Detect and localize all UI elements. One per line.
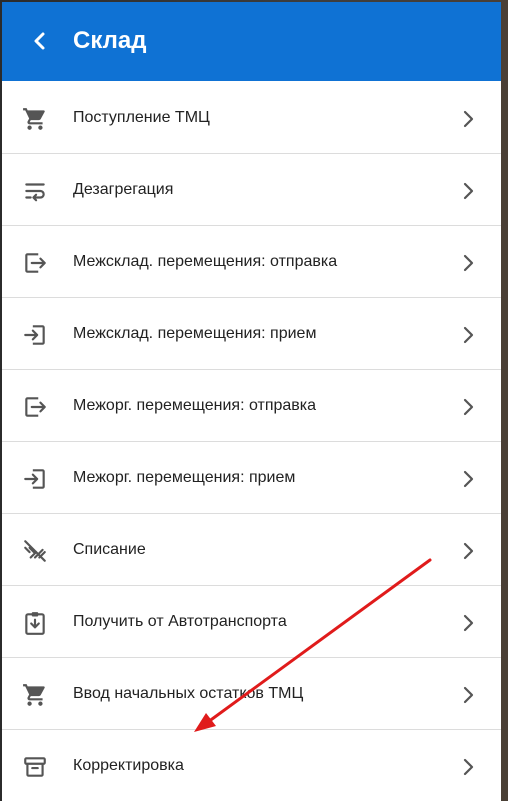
menu-item-label: Ввод начальных остатков ТМЦ [73, 685, 304, 702]
write-off-icon [22, 538, 48, 564]
menu-item-label: Поступление ТМЦ [73, 109, 210, 126]
menu-item-mezhorg-priem[interactable]: Межорг. перемещения: прием [2, 442, 501, 514]
enter-icon [22, 466, 48, 492]
cart-icon [22, 682, 48, 708]
menu-item-label: Получить от Автотранспорта [73, 613, 287, 630]
chevron-right-icon [461, 325, 475, 345]
page-title: Склад [73, 27, 147, 54]
back-button[interactable] [24, 26, 54, 56]
clipboard-download-icon [22, 610, 48, 636]
menu-item-korrektirovka[interactable]: Корректировка [2, 730, 501, 801]
exit-to-app-icon [22, 394, 48, 420]
chevron-right-icon [461, 685, 475, 705]
menu-item-poluchit-ot-avtotransporta[interactable]: Получить от Автотранспорта [2, 586, 501, 658]
menu-item-label: Списание [73, 541, 146, 558]
menu-item-vvod-ostatkov[interactable]: Ввод начальных остатков ТМЦ [2, 658, 501, 730]
chevron-right-icon [461, 109, 475, 129]
app-bar: Склад [2, 2, 501, 81]
chevron-right-icon [461, 397, 475, 417]
menu-item-mezhsklad-otpravka[interactable]: Межсклад. перемещения: отправка [2, 226, 501, 298]
menu-item-label: Межсклад. перемещения: отправка [73, 253, 338, 270]
cart-icon [22, 106, 48, 132]
menu-item-label: Дезагрегация [73, 181, 174, 198]
menu-item-dezagregaciya[interactable]: Дезагрегация [2, 154, 501, 226]
menu-item-mezhsklad-priem[interactable]: Межсклад. перемещения: прием [2, 298, 501, 370]
chevron-right-icon [461, 469, 475, 489]
menu-item-label: Межорг. перемещения: отправка [73, 397, 317, 414]
chevron-right-icon [461, 613, 475, 633]
chevron-right-icon [461, 541, 475, 561]
archive-icon [22, 754, 48, 780]
app-screen: Склад Поступление ТМЦ Дезагрегация Межск… [2, 2, 501, 801]
menu-item-label: Корректировка [73, 757, 184, 774]
menu-item-mezhorg-otpravka[interactable]: Межорг. перемещения: отправка [2, 370, 501, 442]
exit-to-app-icon [22, 250, 48, 276]
wrap-text-icon [22, 178, 48, 204]
chevron-left-icon [34, 32, 45, 50]
menu-item-label: Межсклад. перемещения: прием [73, 325, 317, 342]
menu-item-postuplenie[interactable]: Поступление ТМЦ [2, 82, 501, 154]
menu-list: Поступление ТМЦ Дезагрегация Межсклад. п… [2, 82, 501, 801]
chevron-right-icon [461, 253, 475, 273]
menu-item-label: Межорг. перемещения: прием [73, 469, 296, 486]
chevron-right-icon [461, 181, 475, 201]
chevron-right-icon [461, 757, 475, 777]
screenshot-frame: Склад Поступление ТМЦ Дезагрегация Межск… [0, 0, 508, 801]
enter-icon [22, 322, 48, 348]
menu-item-spisanie[interactable]: Списание [2, 514, 501, 586]
